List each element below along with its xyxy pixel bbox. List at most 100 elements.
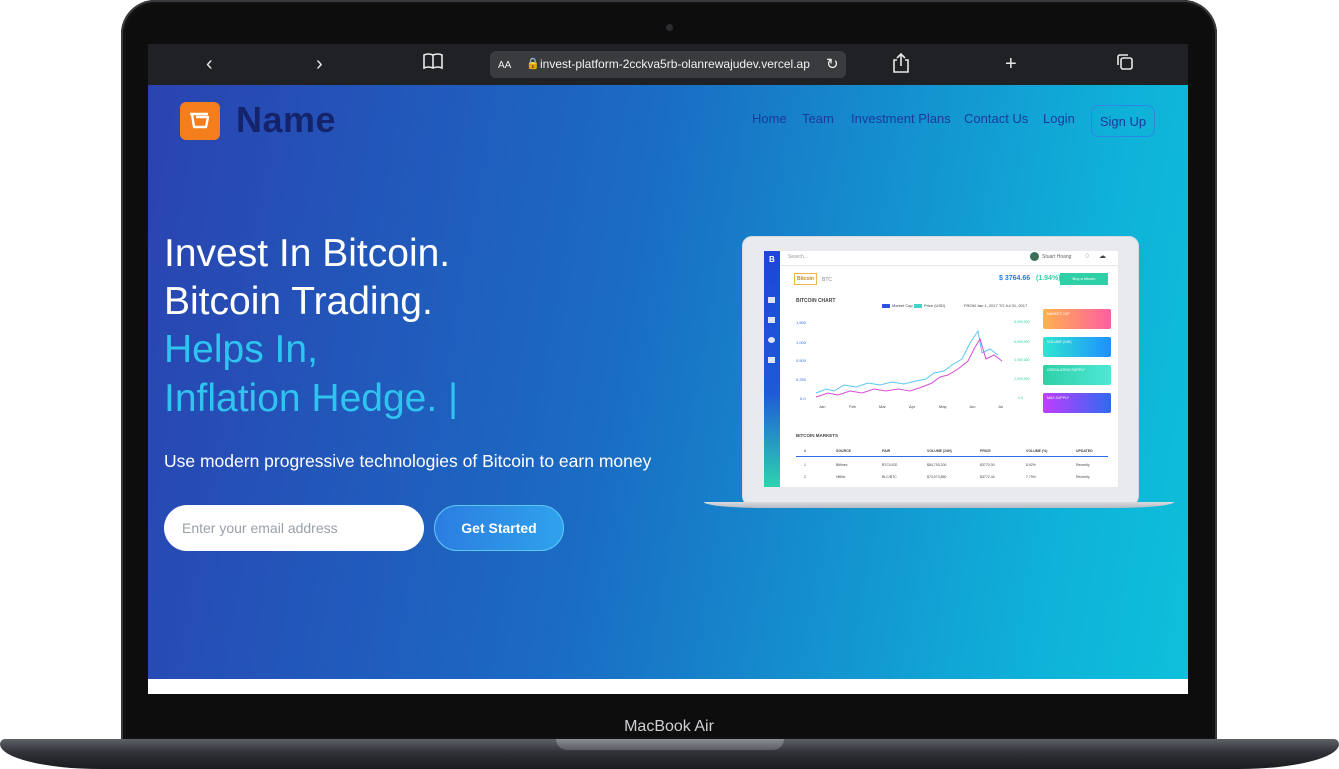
table-header: VOLUME (24H) [927,449,952,453]
mockup-sidebar: B [764,251,780,487]
bell-icon: ♢ [1084,253,1091,260]
laptop-notch [556,739,784,750]
y-tick: 0.250 [796,377,807,382]
table-cell: Recently [1076,475,1090,479]
x-tick: Feb [849,404,856,409]
page-bottom-strip [148,679,1188,694]
mockup-markets-title: BITCOIN MARKETS [796,433,838,438]
mockup-card-label: MAX SUPPLY [1047,396,1070,400]
x-tick: May [939,404,947,409]
hero-section: Name Home Team Investment Plans Contact … [148,85,1188,679]
right-tick: 4,000,000 [1014,358,1030,362]
table-header: SOURCE [836,449,851,453]
table-cell: 7.79% [1026,475,1036,479]
table-cell: $73,073,860 [927,475,947,479]
address-bar[interactable]: AA 🔒 invest-platform-2cckva5rb-olanrewaj… [490,51,846,78]
right-tick: 8,000,000 [1014,320,1030,324]
legend-market-cap: Market Cap [892,303,913,308]
nav-login[interactable]: Login [1043,111,1075,126]
nav-home[interactable]: Home [752,111,787,126]
mockup-card: VOLUME (24H) [1043,337,1111,357]
table-cell: BLC/BTC [882,475,897,479]
headline-line-3: Helps In, [164,328,318,371]
chevron-left-icon[interactable]: ‹ [206,52,213,76]
y-tick: 0.0 [800,396,806,401]
mockup-avatar [1030,252,1039,261]
x-tick: Jun [969,404,976,409]
mockup-price-chart [815,329,1003,398]
right-tick: 6,000,000 [1014,340,1030,344]
legend-swatch [914,304,922,308]
mockup-card: MAX SUPPLY [1043,393,1111,413]
tabs-icon[interactable] [1115,52,1135,78]
reload-icon[interactable]: ↻ [826,51,839,78]
basket-icon [190,112,210,129]
legend-price: Price (USD) [924,303,946,308]
y-tick: 1,000 [796,340,807,345]
lock-icon: 🔒 [526,58,540,70]
legend-swatch [882,304,890,308]
screen: ‹ › AA 🔒 invest-platform-2cckva5rb-olanr… [148,44,1188,694]
table-cell: HitBtc [836,475,846,479]
x-tick: Mar [879,404,886,409]
email-field[interactable] [164,505,424,551]
book-icon[interactable] [422,52,444,76]
cloud-icon: ☁ [1099,253,1106,260]
table-header: VOLUME (%) [1026,449,1048,453]
dashboard-mockup: B Search... Stuart Hoang ♢ ☁ Bitcoin BTC… [742,236,1139,506]
plus-icon[interactable]: + [1005,52,1017,76]
table-cell: 8.92% [1026,463,1036,467]
table-header: PAIR [882,449,891,453]
text-size-button[interactable]: AA [498,52,511,78]
mockup-change: (1.94%) [1036,275,1061,282]
mockup-nav-icon [768,317,775,323]
table-cell: $3772.44 [980,475,995,479]
mockup-coin-tag: Bitcoin [794,273,817,285]
table-cell: Recently [1076,463,1090,467]
mockup-card-label: MARKET CAP [1047,312,1070,316]
mockup-screen: B Search... Stuart Hoang ♢ ☁ Bitcoin BTC… [764,251,1118,487]
mockup-search: Search... [788,254,809,260]
mockup-card-label: VOLUME (24H) [1047,340,1072,344]
right-tick: 0.0 [1018,396,1023,400]
right-tick: 2,000,000 [1014,377,1030,381]
table-header: # [804,449,806,453]
mockup-chart-title: BITCOIN CHART [796,298,836,304]
y-tick: 1,500 [796,320,807,325]
headline-line-2: Bitcoin Trading. [164,280,433,323]
nav-investment-plans[interactable]: Investment Plans [851,111,951,126]
nav-team[interactable]: Team [802,111,834,126]
table-cell: $84,793,200 [927,463,947,467]
url-text[interactable]: invest-platform-2cckva5rb-olanrewajudev.… [540,51,810,78]
table-cell: BTC/USD [882,463,898,467]
x-tick: Apr [909,404,916,409]
mockup-nav-icon [768,337,775,343]
get-started-button[interactable]: Get Started [434,505,564,551]
browser-toolbar: ‹ › AA 🔒 invest-platform-2cckva5rb-olanr… [148,44,1188,85]
brand-name[interactable]: Name [236,99,336,141]
mockup-user-name: Stuart Hoang [1042,254,1072,260]
hero-subtext: Use modern progressive technologies of B… [164,451,652,471]
camera [666,24,673,31]
table-cell: 2 [804,475,806,479]
mockup-coin-sub: BTC [822,277,832,283]
mockup-nav-icon [768,357,775,363]
mockup-action-button: Buy a bitcoin [1060,273,1108,285]
mockup-card: CIRCULATING SUPPLY [1043,365,1111,385]
chevron-right-icon[interactable]: › [316,52,323,76]
nav-contact-us[interactable]: Contact Us [964,111,1028,126]
x-tick: Jul [998,404,1004,409]
signup-button[interactable]: Sign Up [1091,105,1155,137]
mockup-price: $ 3764.66 [999,275,1031,282]
headline-line-4: Inflation Hedge. | [164,377,459,420]
table-cell: $3770.00 [980,463,995,467]
mockup-date-range: FROM Jan 1, 2017 TO Jul 31, 2017 [964,303,1028,308]
share-icon[interactable] [892,52,910,80]
table-header: UPDATED [1076,449,1093,453]
mockup-sidebar-letter: B [769,255,775,264]
headline-line-1: Invest In Bitcoin. [164,232,451,275]
mockup-base [704,502,1174,508]
logo[interactable] [180,102,220,140]
table-header: PRICE [980,449,991,453]
mockup-card: MARKET CAP [1043,309,1111,329]
